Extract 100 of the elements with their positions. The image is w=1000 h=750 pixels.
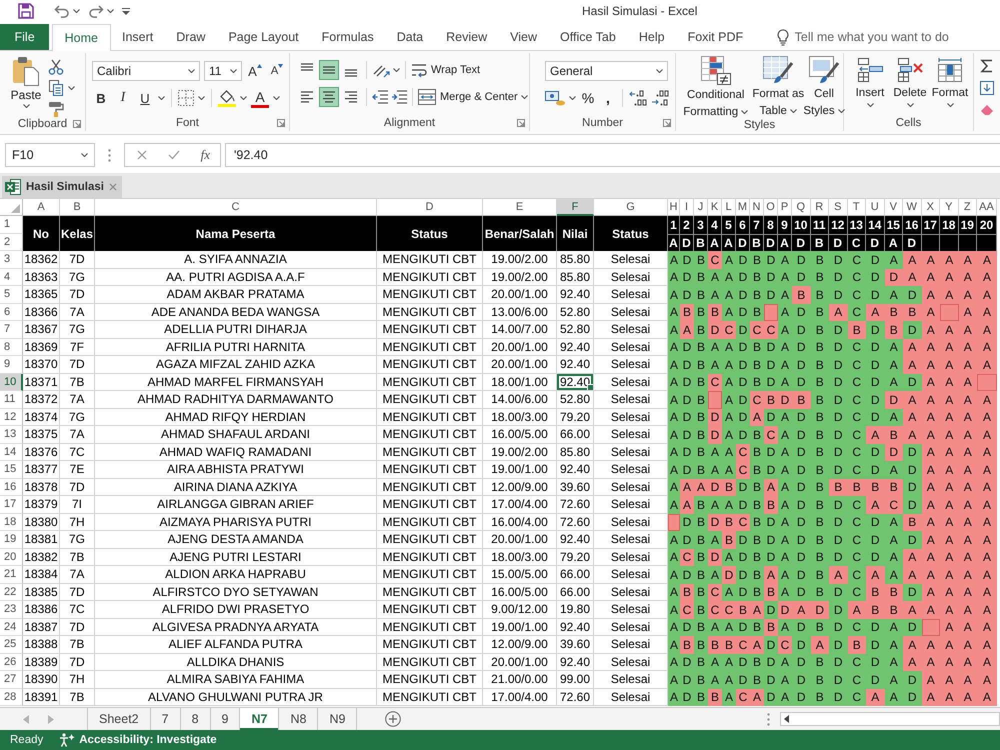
paste-button[interactable]: Paste xyxy=(8,56,44,117)
ribbon-tab[interactable]: Review xyxy=(434,24,499,50)
delete-button[interactable]: Delete xyxy=(890,57,930,115)
caret-icon[interactable] xyxy=(158,96,165,100)
wrap-text-button[interactable]: Wrap Text xyxy=(411,60,480,80)
caret-icon[interactable] xyxy=(107,9,114,13)
row-header[interactable]: 15 xyxy=(0,461,23,478)
ribbon-tab[interactable]: Draw xyxy=(164,24,217,50)
row-header[interactable]: 21 xyxy=(0,566,23,584)
money-icon[interactable] xyxy=(545,90,565,106)
vertical-dots-icon[interactable] xyxy=(108,148,111,162)
caret-icon[interactable] xyxy=(198,96,205,100)
redo-icon[interactable] xyxy=(88,4,104,18)
column-header[interactable]: W xyxy=(903,199,922,216)
comma-button[interactable]: , xyxy=(600,88,616,108)
ribbon-tab[interactable]: Page Layout xyxy=(216,24,310,50)
dialog-launcher-icon[interactable] xyxy=(516,119,525,127)
insert-function-button[interactable]: fx xyxy=(200,147,210,163)
column-header[interactable]: I xyxy=(680,199,694,216)
column-header[interactable]: E xyxy=(483,199,557,216)
column-header[interactable]: C xyxy=(95,199,377,216)
column-header[interactable]: G xyxy=(594,199,668,216)
check-icon[interactable] xyxy=(168,150,180,160)
column-header[interactable]: Y xyxy=(940,199,958,216)
increase-decimal-icon[interactable] xyxy=(629,90,647,106)
column-header[interactable]: O xyxy=(764,199,778,216)
caret-icon[interactable] xyxy=(393,68,400,72)
column-header[interactable]: H xyxy=(668,199,680,216)
decrease-decimal-icon[interactable] xyxy=(651,90,669,106)
customize-icon[interactable] xyxy=(122,8,130,14)
accessibility-button[interactable]: Accessibility: Investigate xyxy=(59,733,217,747)
column-header[interactable]: N xyxy=(750,199,764,216)
column-header[interactable]: V xyxy=(884,199,903,216)
row-header[interactable]: 2 xyxy=(0,234,23,251)
ribbon-tab[interactable]: Help xyxy=(627,24,676,50)
row-header[interactable]: 3 xyxy=(0,251,23,268)
formula-field[interactable]: '92.40 xyxy=(225,143,1000,167)
row-header[interactable]: 18 xyxy=(0,514,23,531)
scissors-icon[interactable] xyxy=(48,59,64,75)
number-format-field[interactable]: General xyxy=(545,61,668,81)
outdent-icon[interactable] xyxy=(372,90,388,104)
caret-icon[interactable] xyxy=(569,96,576,100)
column-header[interactable]: B xyxy=(60,199,95,216)
row-header[interactable]: 7 xyxy=(0,321,23,338)
cross-icon[interactable] xyxy=(137,150,147,160)
paint-bucket-icon[interactable] xyxy=(218,89,236,107)
format-as-table-button[interactable]: Format as Table xyxy=(751,56,805,119)
row-header[interactable]: 6 xyxy=(0,304,23,321)
align-center-icon[interactable] xyxy=(319,87,339,107)
column-header[interactable]: Z xyxy=(958,199,977,216)
caret-icon[interactable] xyxy=(68,86,75,90)
row-header[interactable]: 14 xyxy=(0,444,23,461)
caret-icon[interactable] xyxy=(741,110,748,114)
column-header[interactable]: R xyxy=(810,199,829,216)
row-header[interactable]: 12 xyxy=(0,408,23,426)
merge-center-button[interactable]: Merge & Center xyxy=(418,87,518,107)
row-header[interactable]: 24 xyxy=(0,618,23,636)
bold-button[interactable]: B xyxy=(92,88,110,108)
row-header[interactable]: 9 xyxy=(0,356,23,374)
horizontal-scrollbar[interactable] xyxy=(780,712,1000,726)
column-header[interactable]: P xyxy=(778,199,792,216)
dotted-grid-icon[interactable] xyxy=(178,90,194,106)
column-header[interactable]: F xyxy=(557,199,594,216)
percent-button[interactable]: % xyxy=(580,88,596,108)
row-header[interactable]: 17 xyxy=(0,496,23,514)
caret-icon[interactable] xyxy=(656,69,663,73)
font-size-field[interactable]: 11 xyxy=(204,61,242,81)
caret-icon[interactable] xyxy=(946,103,954,107)
caret-icon[interactable] xyxy=(866,103,874,107)
name-box[interactable]: F10 xyxy=(5,143,95,167)
ribbon-tab[interactable]: View xyxy=(498,24,549,50)
plus-icon[interactable] xyxy=(385,711,402,727)
column-header[interactable]: X xyxy=(922,199,940,216)
column-header[interactable]: K xyxy=(708,199,722,216)
dialog-launcher-icon[interactable] xyxy=(663,119,671,127)
caret-icon[interactable] xyxy=(188,69,195,73)
column-header[interactable]: A xyxy=(23,199,60,216)
shrink-font-button[interactable]: A xyxy=(268,61,286,81)
row-header[interactable]: 26 xyxy=(0,654,23,671)
column-header[interactable]: Q xyxy=(792,199,810,216)
row-header[interactable]: 20 xyxy=(0,548,23,566)
row-header[interactable]: 25 xyxy=(0,636,23,654)
row-header[interactable]: 23 xyxy=(0,601,23,618)
font-name-field[interactable]: Calibri xyxy=(92,61,200,81)
row-header[interactable]: 11 xyxy=(0,391,23,408)
ribbon-tab[interactable]: Foxit PDF xyxy=(676,24,755,50)
ribbon-tab[interactable]: Data xyxy=(385,24,435,50)
caret-icon[interactable] xyxy=(838,109,845,113)
ribbon-tab[interactable]: Home xyxy=(52,24,110,51)
dialog-launcher-icon[interactable] xyxy=(72,120,81,128)
row-header[interactable]: 13 xyxy=(0,426,23,444)
conditional-formatting-button[interactable]: Conditional Formatting xyxy=(680,56,752,119)
ribbon-tab[interactable]: Office Tab xyxy=(548,24,628,50)
left-arrow-icon[interactable] xyxy=(784,715,789,723)
column-header[interactable]: T xyxy=(848,199,866,216)
workbook-tab[interactable]: Hasil Simulasi xyxy=(2,176,122,198)
column-header[interactable]: S xyxy=(829,199,848,216)
caret-icon[interactable] xyxy=(73,9,80,13)
sheet-tab[interactable]: N7 xyxy=(240,708,280,730)
italic-button[interactable]: I xyxy=(114,88,132,108)
